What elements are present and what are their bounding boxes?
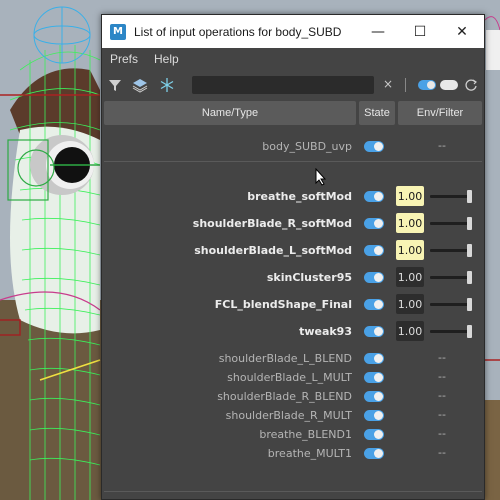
list-bottom-divider [104,491,482,492]
toggle-off-icon[interactable] [440,80,458,90]
toggle-on-icon[interactable] [418,80,436,90]
envelope-slider-handle[interactable] [467,298,472,311]
state-toggle[interactable] [364,218,384,229]
operation-name[interactable]: shoulderBlade_R_softMod [193,217,352,230]
list-item[interactable]: skinCluster95 1.00 [104,266,482,290]
column-header: Name/Type State Env/Filter [104,101,482,125]
toolbar-separator [405,78,406,92]
envelope-placeholder: -- [438,351,446,364]
state-toggle[interactable] [364,272,384,283]
envelope-slider-handle[interactable] [467,217,472,230]
envelope-slider-track[interactable] [430,276,470,279]
envelope-slider-track[interactable] [430,330,470,333]
filter-icon[interactable] [106,76,124,94]
menu-prefs[interactable]: Prefs [102,52,146,66]
toolbar: × [102,70,484,100]
list-divider [104,161,482,162]
envelope-placeholder: -- [438,139,446,152]
state-toggle[interactable] [364,448,384,459]
state-toggle[interactable] [364,410,384,421]
state-toggle[interactable] [364,391,384,402]
window-title: List of input operations for body_SUBD [134,24,342,39]
column-name-type[interactable]: Name/Type [104,101,356,125]
input-operations-dialog: M List of input operations for body_SUBD… [101,14,485,500]
maximize-button[interactable]: ☐ [402,15,438,48]
list-item[interactable]: shoulderBlade_R_softMod 1.00 [104,212,482,236]
operation-name[interactable]: skinCluster95 [267,271,352,284]
list-item[interactable]: FCL_blendShape_Final 1.00 [104,293,482,317]
envelope-placeholder: -- [438,408,446,421]
refresh-icon[interactable] [462,76,480,94]
search-input[interactable] [192,76,374,94]
envelope-value-field[interactable]: 1.00 [396,294,424,314]
minimize-button[interactable]: — [360,15,396,48]
envelope-slider-handle[interactable] [467,271,472,284]
envelope-slider-handle[interactable] [467,190,472,203]
mouse-cursor-icon [315,167,327,190]
envelope-placeholder: -- [438,370,446,383]
envelope-placeholder: -- [438,389,446,402]
operation-name[interactable]: shoulderBlade_R_MULT [226,409,352,422]
state-toggle[interactable] [364,191,384,202]
menu-help[interactable]: Help [146,52,187,66]
operation-name[interactable]: shoulderBlade_L_BLEND [219,352,352,365]
operation-name[interactable]: body_SUBD_uvp [262,140,352,153]
envelope-value-field[interactable]: 1.00 [396,240,424,260]
envelope-slider-track[interactable] [430,222,470,225]
state-toggle[interactable] [364,245,384,256]
column-state[interactable]: State [359,101,395,125]
state-toggle[interactable] [364,299,384,310]
list-item[interactable]: body_SUBD_uvp -- [104,135,482,159]
state-toggle[interactable] [364,326,384,337]
operation-name[interactable]: shoulderBlade_R_BLEND [217,390,352,403]
operation-name[interactable]: breathe_BLEND1 [259,428,352,441]
state-toggle[interactable] [364,429,384,440]
list-item[interactable]: shoulderBlade_L_softMod 1.00 [104,239,482,263]
maya-logo-icon: M [110,23,126,40]
title-bar[interactable]: M List of input operations for body_SUBD… [102,15,484,48]
operation-name[interactable]: shoulderBlade_L_softMod [194,244,352,257]
menu-bar: Prefs Help [102,48,484,70]
operation-name[interactable]: shoulderBlade_L_MULT [227,371,352,384]
close-button[interactable]: ✕ [444,15,480,48]
operation-name[interactable]: FCL_blendShape_Final [215,298,352,311]
list-item[interactable]: tweak93 1.00 [104,320,482,344]
state-toggle[interactable] [364,141,384,152]
column-env-filter[interactable]: Env/Filter [398,101,482,125]
envelope-value-field[interactable]: 1.00 [396,186,424,206]
envelope-slider-handle[interactable] [467,244,472,257]
envelope-value-field[interactable]: 1.00 [396,213,424,233]
list-item[interactable]: breathe_softMod 1.00 [104,185,482,209]
envelope-slider-track[interactable] [430,303,470,306]
layers-icon[interactable] [131,76,149,94]
operation-name[interactable]: breathe_softMod [247,190,352,203]
operation-name[interactable]: breathe_MULT1 [268,447,352,460]
envelope-placeholder: -- [438,446,446,459]
operation-name[interactable]: tweak93 [299,325,352,338]
list-item[interactable]: breathe_MULT1 -- [104,442,482,466]
envelope-value-field[interactable]: 1.00 [396,321,424,341]
envelope-placeholder: -- [438,427,446,440]
state-toggle[interactable] [364,353,384,364]
envelope-slider-handle[interactable] [467,325,472,338]
state-toggle[interactable] [364,372,384,383]
clear-search-icon[interactable]: × [383,77,393,91]
operations-list: body_SUBD_uvp -- breathe_softMod 1.00 should… [104,127,482,492]
snowflake-icon[interactable] [158,76,176,94]
envelope-slider-track[interactable] [430,249,470,252]
envelope-slider-track[interactable] [430,195,470,198]
envelope-value-field[interactable]: 1.00 [396,267,424,287]
